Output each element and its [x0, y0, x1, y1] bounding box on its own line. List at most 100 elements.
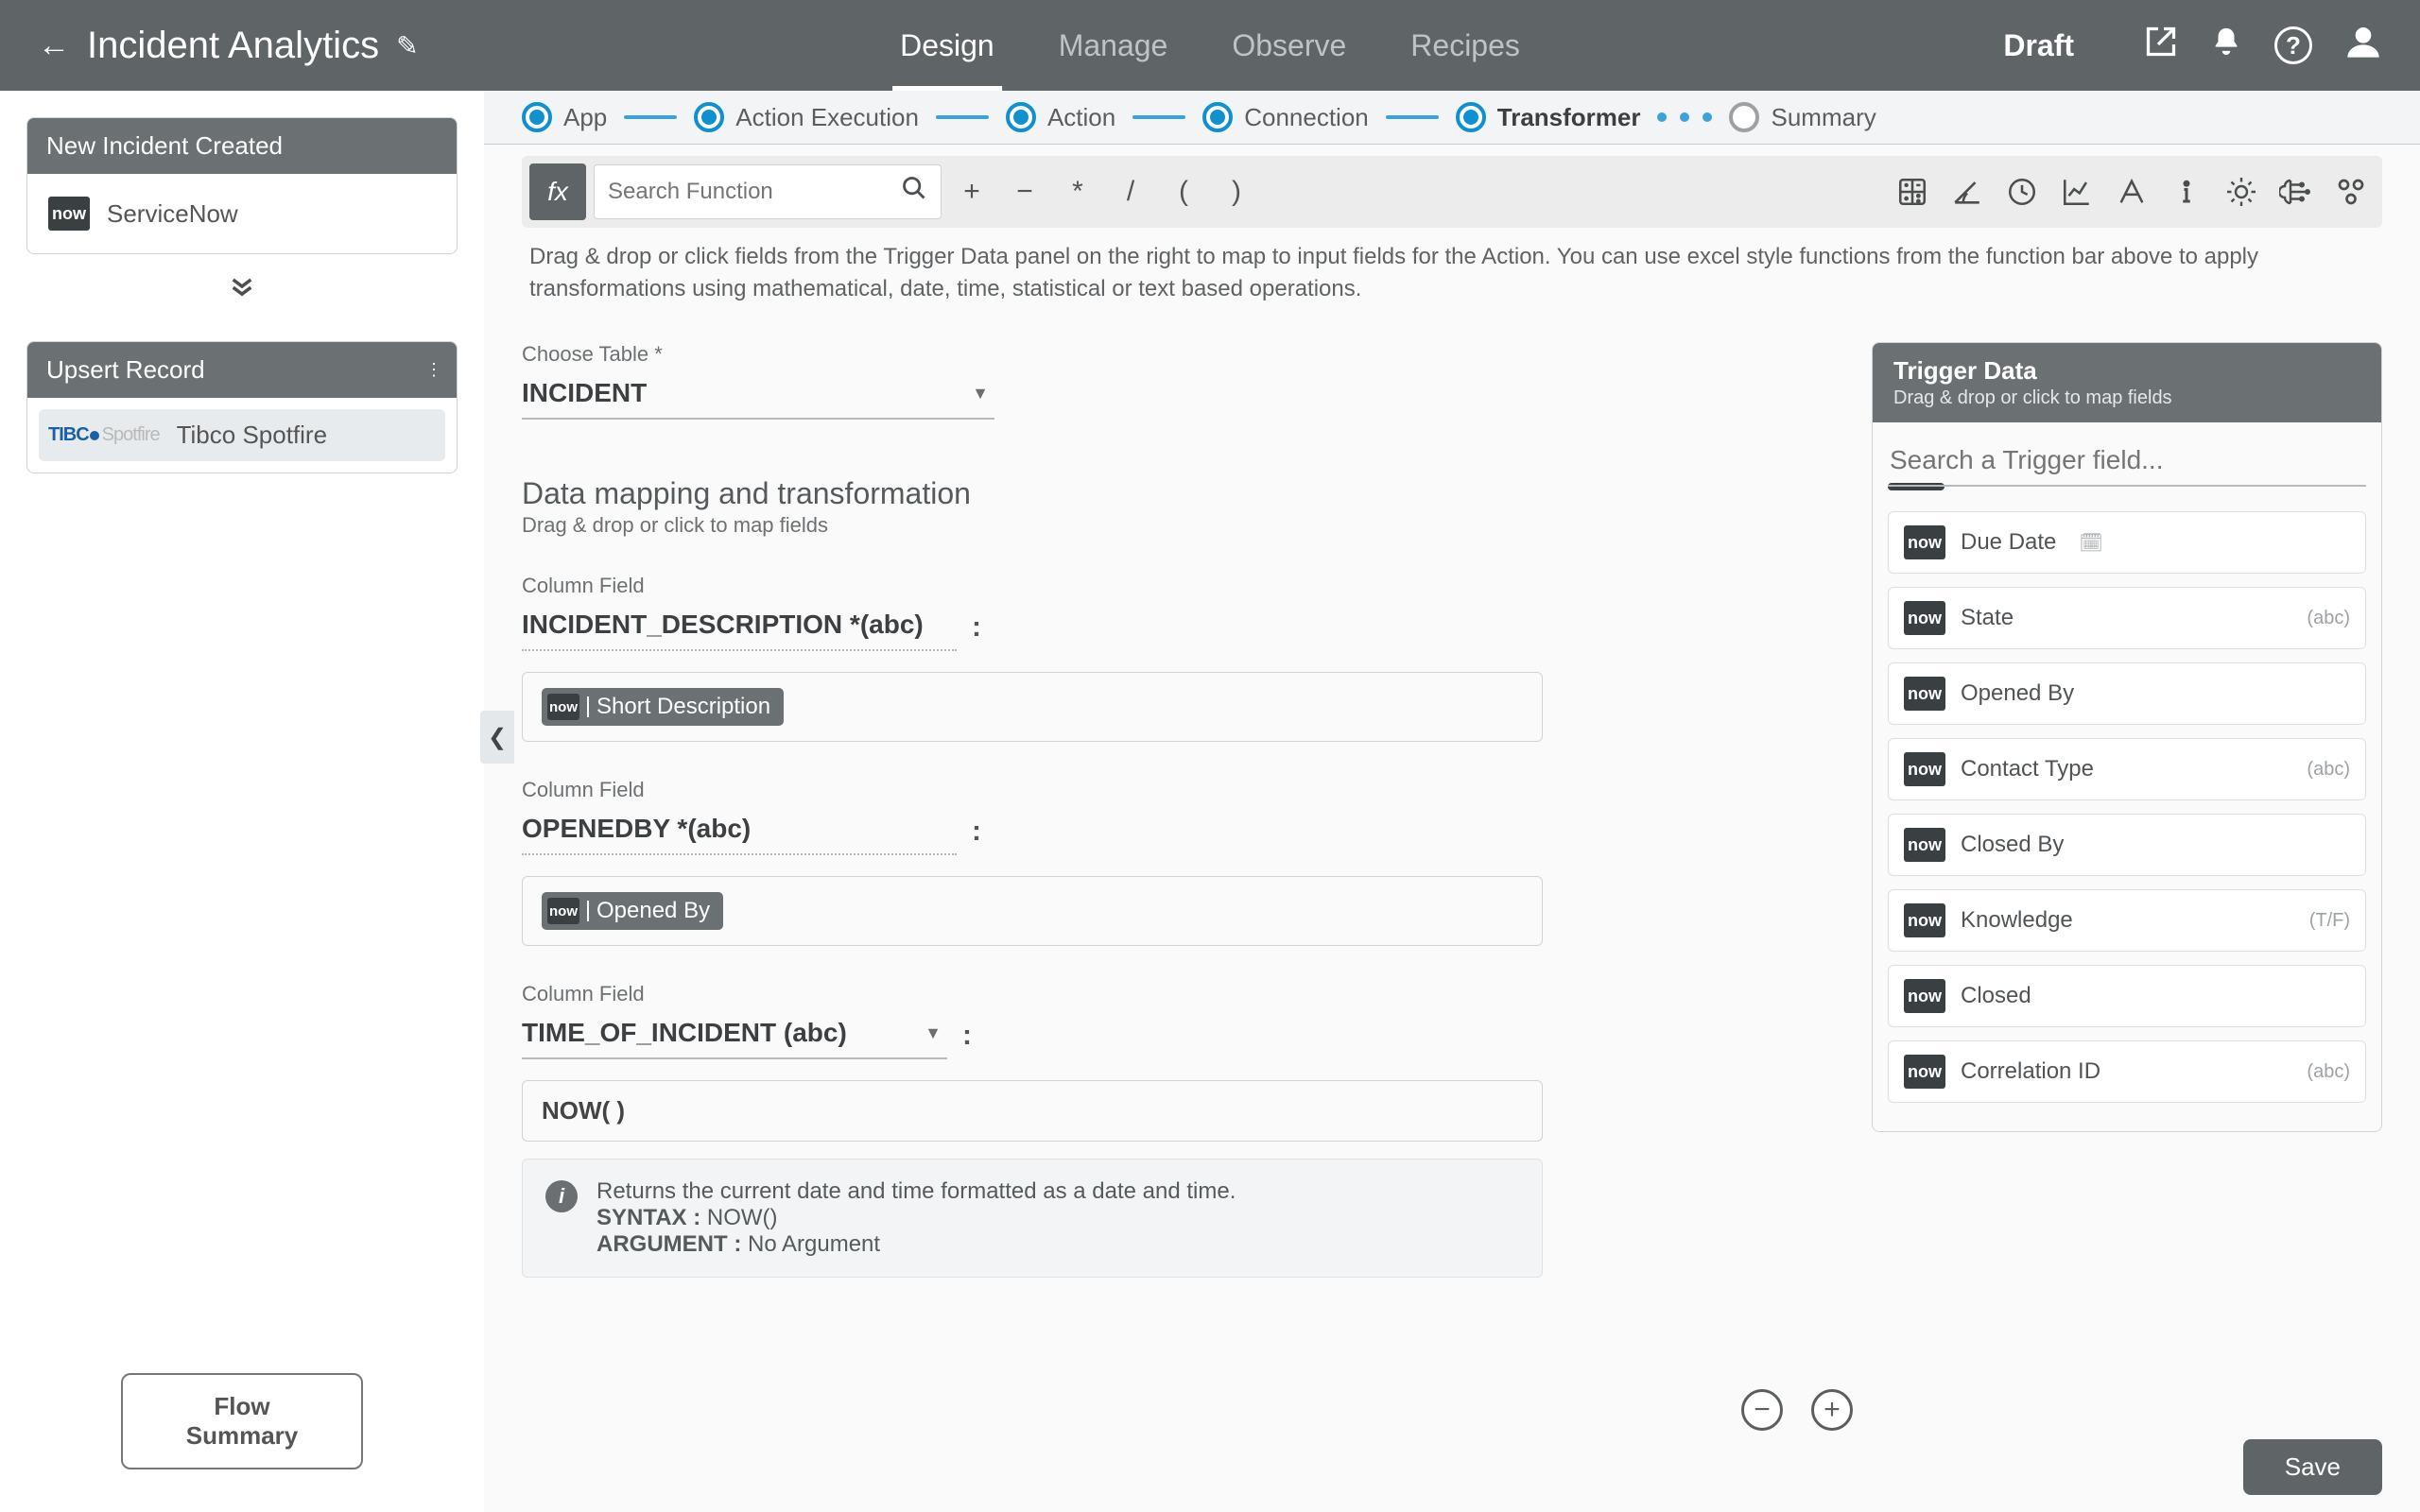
- trigger-card[interactable]: New Incident Created now ServiceNow: [26, 117, 458, 254]
- servicenow-icon: now: [1904, 677, 1945, 711]
- info-circle-icon: i: [545, 1180, 578, 1212]
- step-transformer[interactable]: Transformer: [1456, 102, 1641, 132]
- op-mul[interactable]: *: [1055, 169, 1100, 215]
- settings-icon[interactable]: [2327, 168, 2375, 215]
- trigger-field-label: Knowledge: [1961, 907, 2073, 934]
- op-rparen[interactable]: ): [1214, 169, 1259, 215]
- mapping-title: Data mapping and transformation: [522, 476, 1843, 511]
- math-icon[interactable]: [1889, 168, 1936, 215]
- connector-icon: [1132, 115, 1185, 119]
- chevron-down-icon: ▼: [925, 1023, 942, 1043]
- connector-icon: [1386, 115, 1439, 119]
- chevron-down-icon: ▼: [972, 384, 989, 404]
- search-icon[interactable]: [901, 175, 927, 209]
- tab-manage[interactable]: Manage: [1051, 1, 1176, 91]
- trigger-field-label: Correlation ID: [1961, 1058, 2100, 1085]
- op-div[interactable]: /: [1108, 169, 1153, 215]
- trigger-field-label: Due Date: [1961, 529, 2056, 556]
- col2-value-box[interactable]: now Opened By: [522, 876, 1543, 946]
- edit-title-icon[interactable]: ✎: [396, 30, 418, 61]
- op-minus[interactable]: −: [1002, 169, 1047, 215]
- col1-tag[interactable]: now Short Description: [542, 688, 784, 726]
- step-summary[interactable]: Summary: [1729, 102, 1876, 132]
- servicenow-icon: now: [1904, 752, 1945, 786]
- card-menu-icon[interactable]: ⋮: [425, 360, 434, 380]
- top-tabs: Design Manage Observe Recipes: [892, 1, 1528, 91]
- trigger-panel-title: Trigger Data: [1893, 356, 2360, 386]
- trigger-field-item[interactable]: nowClosed: [1888, 965, 2366, 1027]
- connector-icon: [936, 115, 989, 119]
- help-icon[interactable]: ?: [2274, 26, 2312, 64]
- col3-label: Column Field: [522, 982, 1843, 1006]
- brain-icon[interactable]: [2273, 168, 2320, 215]
- colon: :: [962, 1020, 972, 1059]
- collapse-left-icon[interactable]: ❮: [480, 711, 514, 764]
- trigger-field-label: Closed By: [1961, 832, 2064, 858]
- trigger-field-label: State: [1961, 605, 2014, 631]
- help-syntax-val: NOW(): [707, 1205, 778, 1230]
- trigger-field-item[interactable]: nowContact Type(abc): [1888, 738, 2366, 800]
- chart-icon[interactable]: [2053, 168, 2100, 215]
- bell-icon[interactable]: [2210, 26, 2242, 66]
- action-card-app[interactable]: TIBCSpotfire Tibco Spotfire: [39, 409, 445, 461]
- open-external-icon[interactable]: [2144, 25, 2178, 67]
- hint-text: Drag & drop or click fields from the Tri…: [484, 228, 2420, 304]
- choose-table-value: INCIDENT: [522, 378, 647, 408]
- clock-icon[interactable]: [1998, 168, 2046, 215]
- function-help: i Returns the current date and time form…: [522, 1159, 1543, 1278]
- step-action[interactable]: Action: [1006, 102, 1115, 132]
- save-button[interactable]: Save: [2243, 1439, 2382, 1495]
- back-arrow-icon[interactable]: ←: [38, 27, 70, 64]
- choose-table-select[interactable]: INCIDENT ▼: [522, 372, 994, 420]
- trigger-field-item[interactable]: nowState(abc): [1888, 587, 2366, 649]
- angle-icon[interactable]: [1944, 168, 1991, 215]
- main: App Action Execution Action Connection T…: [484, 91, 2420, 1512]
- col1-value-box[interactable]: now Short Description: [522, 672, 1543, 742]
- tibco-spotfire-icon: TIBCSpotfire: [48, 424, 160, 446]
- trigger-field-item[interactable]: nowClosed By: [1888, 814, 2366, 876]
- col2-tag[interactable]: now Opened By: [542, 892, 723, 930]
- trigger-field-item[interactable]: nowDue Date🗓: [1888, 511, 2366, 574]
- user-icon[interactable]: [2344, 23, 2382, 69]
- step-app[interactable]: App: [522, 102, 607, 132]
- col3-field[interactable]: TIME_OF_INCIDENT (abc) ▼: [522, 1012, 947, 1059]
- trigger-field-type: (abc): [2307, 759, 2350, 781]
- servicenow-icon: now: [547, 898, 579, 924]
- trigger-card-title: New Incident Created: [46, 131, 283, 161]
- function-search[interactable]: [594, 164, 942, 219]
- help-syntax-label: SYNTAX :: [596, 1205, 700, 1230]
- tab-design[interactable]: Design: [892, 1, 1002, 91]
- logic-icon[interactable]: [2218, 168, 2265, 215]
- draft-status: Draft: [2003, 28, 2074, 63]
- trigger-field-item[interactable]: now Opened By: [1888, 662, 2366, 725]
- function-bar: fx + − * / ( ): [522, 156, 2382, 228]
- trigger-field-item[interactable]: nowKnowledge(T/F): [1888, 889, 2366, 952]
- col2-field[interactable]: OPENEDBY *(abc): [522, 808, 957, 855]
- remove-column-button[interactable]: −: [1741, 1389, 1783, 1431]
- tab-observe[interactable]: Observe: [1224, 1, 1354, 91]
- action-card-app-label: Tibco Spotfire: [177, 421, 327, 450]
- trigger-field-item[interactable]: nowCorrelation ID(abc): [1888, 1040, 2366, 1103]
- col3-value-box[interactable]: NOW( ): [522, 1080, 1543, 1142]
- text-icon[interactable]: [2108, 168, 2155, 215]
- function-search-input[interactable]: [608, 179, 901, 205]
- sidebar: New Incident Created now ServiceNow Upse…: [0, 91, 484, 1512]
- action-card[interactable]: Upsert Record ⋮ TIBCSpotfire Tibco Spotf…: [26, 341, 458, 473]
- flow-summary-button[interactable]: Flow Summary: [121, 1373, 363, 1469]
- add-column-button[interactable]: +: [1811, 1389, 1853, 1431]
- help-arg-val: No Argument: [748, 1231, 880, 1257]
- trigger-field-type: (abc): [2307, 1061, 2350, 1083]
- op-plus[interactable]: +: [949, 169, 994, 215]
- trigger-panel-sub: Drag & drop or click to map fields: [1893, 387, 2360, 409]
- servicenow-icon: now: [547, 694, 579, 720]
- step-exec[interactable]: Action Execution: [694, 102, 919, 132]
- trigger-card-app[interactable]: now ServiceNow: [39, 185, 445, 242]
- help-arg-label: ARGUMENT :: [596, 1231, 741, 1257]
- step-connection[interactable]: Connection: [1202, 102, 1369, 132]
- tab-recipes[interactable]: Recipes: [1403, 1, 1528, 91]
- info-icon[interactable]: [2163, 168, 2210, 215]
- op-lparen[interactable]: (: [1161, 169, 1206, 215]
- col1-field[interactable]: INCIDENT_DESCRIPTION *(abc): [522, 604, 957, 651]
- trigger-search-input[interactable]: [1888, 438, 2366, 487]
- trigger-field-label: Opened By: [1961, 680, 2074, 707]
